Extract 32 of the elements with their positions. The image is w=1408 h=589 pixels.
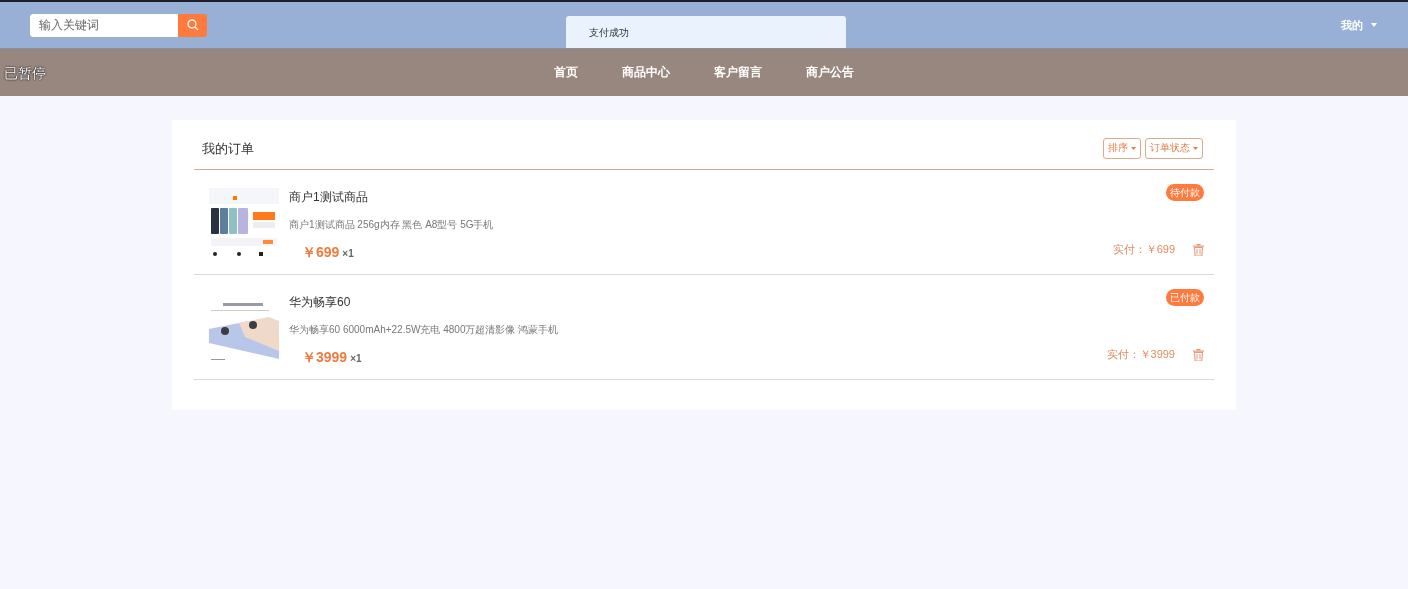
search-icon	[186, 19, 199, 31]
paused-label: 已暂停	[4, 65, 46, 83]
search-field[interactable]: 输入关键词	[30, 13, 178, 37]
nav-link[interactable]: 商品中心	[604, 64, 688, 81]
filter-dropdown[interactable]: 排序	[1103, 137, 1141, 159]
product-price: ￥699	[302, 244, 340, 262]
product-name[interactable]: 华为畅享60	[289, 294, 1107, 311]
product-description: 华为畅享60 6000mAh+22.5W充电 4800万超清影像 鸿蒙手机	[289, 323, 560, 337]
delete-button[interactable]	[1193, 348, 1204, 361]
caret-icon	[1193, 146, 1198, 150]
caret-icon	[1131, 146, 1136, 150]
product-price: ￥3999	[302, 349, 348, 367]
status-badge: 已付款	[1166, 289, 1204, 306]
user-menu[interactable]: 我的	[1341, 17, 1377, 33]
product-description: 商户1测试商品 256g内存 黑色 A8型号 5G手机	[289, 218, 495, 232]
section-title: 我的订单	[202, 139, 255, 158]
quantity: ×1	[350, 353, 362, 364]
toast-message: 支付成功	[566, 16, 846, 50]
quantity: ×1	[342, 248, 354, 259]
delete-button[interactable]	[1193, 243, 1204, 256]
paid-amount: 实付：￥3999	[1106, 347, 1175, 362]
search-button[interactable]	[178, 13, 207, 37]
filter-dropdown[interactable]: 订单状态	[1145, 137, 1203, 159]
paid-amount: 实付：￥699	[1112, 242, 1175, 257]
product-name[interactable]: 商户1测试商品	[289, 189, 1113, 206]
trash-icon	[1193, 243, 1204, 256]
nav-link[interactable]: 商户公告	[788, 64, 872, 81]
trash-icon	[1193, 348, 1204, 361]
nav-link[interactable]: 客户留言	[696, 64, 780, 81]
caret-icon	[1371, 23, 1377, 27]
nav-link[interactable]: 首页	[536, 64, 596, 81]
status-badge: 待付款	[1166, 184, 1204, 201]
